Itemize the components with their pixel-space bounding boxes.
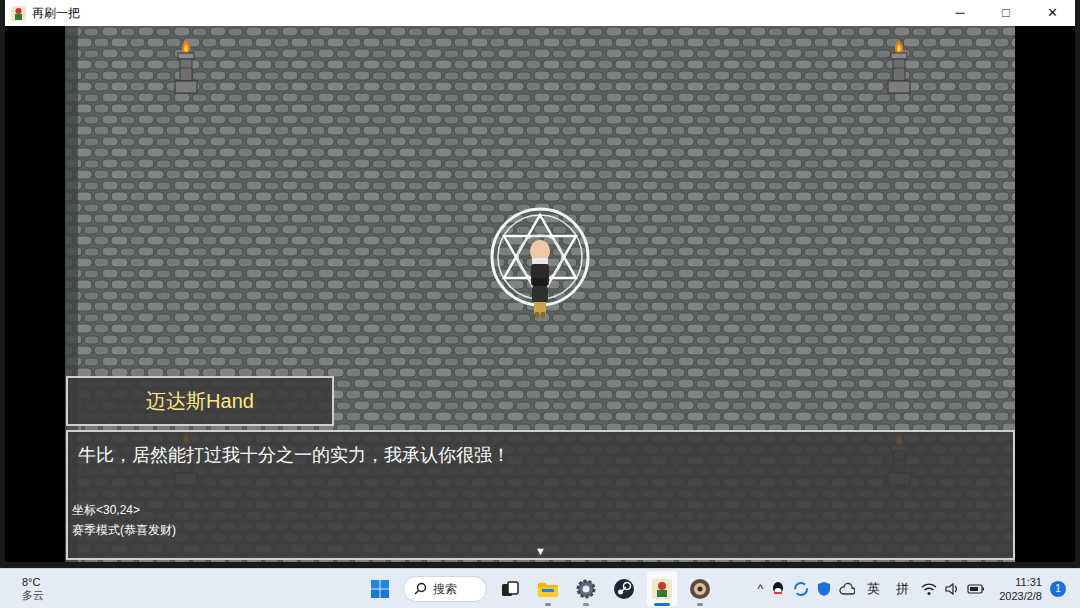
game-canvas: 迈达斯Hand 牛比，居然能打过我十分之一的实力，我承认你很强！ 坐标<30,24>… bbox=[65, 26, 1015, 562]
running-indicator bbox=[583, 603, 589, 606]
sync-icon[interactable] bbox=[793, 581, 809, 597]
system-tray: ^ 英拼 11:312023/2/8 1 bbox=[715, 575, 1080, 603]
settings-gear-icon bbox=[575, 578, 597, 600]
start-button[interactable] bbox=[365, 571, 395, 607]
clock[interactable]: 11:312023/2/8 bbox=[993, 575, 1042, 603]
taskbar-app[interactable] bbox=[533, 571, 563, 607]
search-icon bbox=[414, 582, 427, 595]
mode-text: 赛季模式(恭喜发财) bbox=[72, 520, 1003, 540]
torch-icon bbox=[170, 38, 202, 96]
game-viewport: 迈达斯Hand 牛比，居然能打过我十分之一的实力，我承认你很强！ 坐标<30,24>… bbox=[5, 26, 1075, 562]
clock-time: 11:31 bbox=[1015, 575, 1042, 589]
game-app-icon bbox=[651, 578, 673, 600]
dialog-area: 迈达斯Hand 牛比，居然能打过我十分之一的实力，我承认你很强！ 坐标<30,24>… bbox=[66, 376, 1015, 560]
folder-icon bbox=[537, 579, 559, 599]
desktop: 再刷一把 ─□✕ 迈达斯Hand 牛比，居然能打过我十分之一的实力，我承认你很强！ 坐标… bbox=[0, 0, 1080, 608]
window-control-button[interactable]: ─ bbox=[937, 0, 983, 26]
search-box[interactable]: 搜索 bbox=[403, 576, 487, 602]
torch bbox=[170, 38, 202, 96]
taskbar-app[interactable] bbox=[571, 571, 601, 607]
running-indicator bbox=[654, 603, 670, 606]
running-indicator bbox=[545, 603, 551, 606]
game-window: 再刷一把 ─□✕ 迈达斯Hand 牛比，居然能打过我十分之一的实力，我承认你很强！ 坐标… bbox=[5, 0, 1075, 562]
window-title: 再刷一把 bbox=[32, 7, 80, 19]
running-indicator bbox=[697, 603, 703, 606]
volume-icon[interactable] bbox=[945, 582, 959, 596]
weather-temp: 8°C bbox=[22, 576, 365, 589]
shield-icon[interactable] bbox=[817, 581, 831, 597]
taskbar-app[interactable] bbox=[609, 571, 639, 607]
title-bar: 再刷一把 ─□✕ bbox=[5, 0, 1075, 26]
continue-arrow: ▼ bbox=[535, 544, 546, 558]
clock-date: 2023/2/8 bbox=[999, 589, 1042, 603]
weather-condition: 多云 bbox=[22, 589, 365, 602]
taskbar: 8°C多云 搜索 ^ 英拼 11:312023/2/8 1 bbox=[0, 568, 1080, 608]
battery-icon[interactable] bbox=[967, 583, 985, 595]
qq-icon[interactable] bbox=[771, 581, 785, 597]
message-box[interactable]: 牛比，居然能打过我十分之一的实力，我承认你很强！ 坐标<30,24>赛季模式(恭喜… bbox=[66, 430, 1015, 560]
weather-widget[interactable]: 8°C多云 bbox=[0, 576, 365, 602]
ball-app-icon bbox=[689, 578, 711, 600]
app-icon bbox=[11, 6, 26, 21]
tray-overflow[interactable]: ^ bbox=[758, 580, 764, 598]
notification-badge[interactable]: 1 bbox=[1050, 581, 1066, 597]
ime-language[interactable]: 英 bbox=[863, 579, 884, 599]
speaker-name: 迈达斯Hand bbox=[146, 386, 254, 416]
windows-logo-icon bbox=[370, 579, 390, 599]
torch bbox=[883, 38, 915, 96]
ime-mode[interactable]: 拼 bbox=[892, 579, 913, 599]
midas-character-icon bbox=[524, 236, 556, 320]
taskbar-apps: 搜索 bbox=[365, 571, 715, 607]
taskbar-app[interactable] bbox=[647, 571, 677, 607]
taskbar-app[interactable] bbox=[685, 571, 715, 607]
cloud-icon[interactable] bbox=[839, 582, 855, 596]
wifi-icon[interactable] bbox=[921, 582, 937, 596]
window-controls: ─□✕ bbox=[937, 0, 1075, 26]
message-text: 牛比，居然能打过我十分之一的实力，我承认你很强！ bbox=[78, 442, 1003, 468]
coordinates-text: 坐标<30,24> bbox=[72, 500, 1003, 520]
speaker-name-box: 迈达斯Hand bbox=[66, 376, 334, 426]
search-placeholder: 搜索 bbox=[433, 580, 457, 598]
torch-icon bbox=[883, 38, 915, 96]
steam-icon bbox=[613, 578, 635, 600]
taskbar-app[interactable] bbox=[495, 571, 525, 607]
task-view-icon bbox=[500, 579, 520, 599]
window-control-button[interactable]: □ bbox=[983, 0, 1029, 26]
status-lines: 坐标<30,24>赛季模式(恭喜发财) bbox=[78, 500, 1003, 540]
window-control-button[interactable]: ✕ bbox=[1029, 0, 1075, 26]
